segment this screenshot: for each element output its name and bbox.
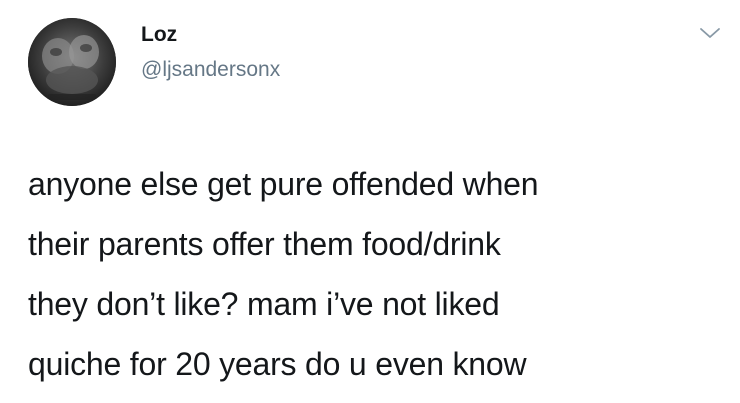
user-info: Loz @ljsandersonx <box>141 18 280 83</box>
tweet-text-line: they don’t like? mam i’ve not liked <box>28 286 500 322</box>
display-name[interactable]: Loz <box>141 22 280 48</box>
tweet-text-line: their parents offer them food/drink <box>28 226 501 262</box>
user-handle[interactable]: @ljsandersonx <box>141 57 280 83</box>
chevron-down-icon[interactable] <box>698 24 722 42</box>
tweet-text-line: quiche for 20 years do u even know <box>28 346 527 382</box>
tweet-card: Loz @ljsandersonx anyone else get pure o… <box>0 0 740 403</box>
tweet-text-line: anyone else get pure offended when <box>28 166 539 202</box>
avatar-photo <box>28 18 116 106</box>
avatar[interactable] <box>28 18 116 106</box>
tweet-text: anyone else get pure offended when their… <box>28 154 728 394</box>
